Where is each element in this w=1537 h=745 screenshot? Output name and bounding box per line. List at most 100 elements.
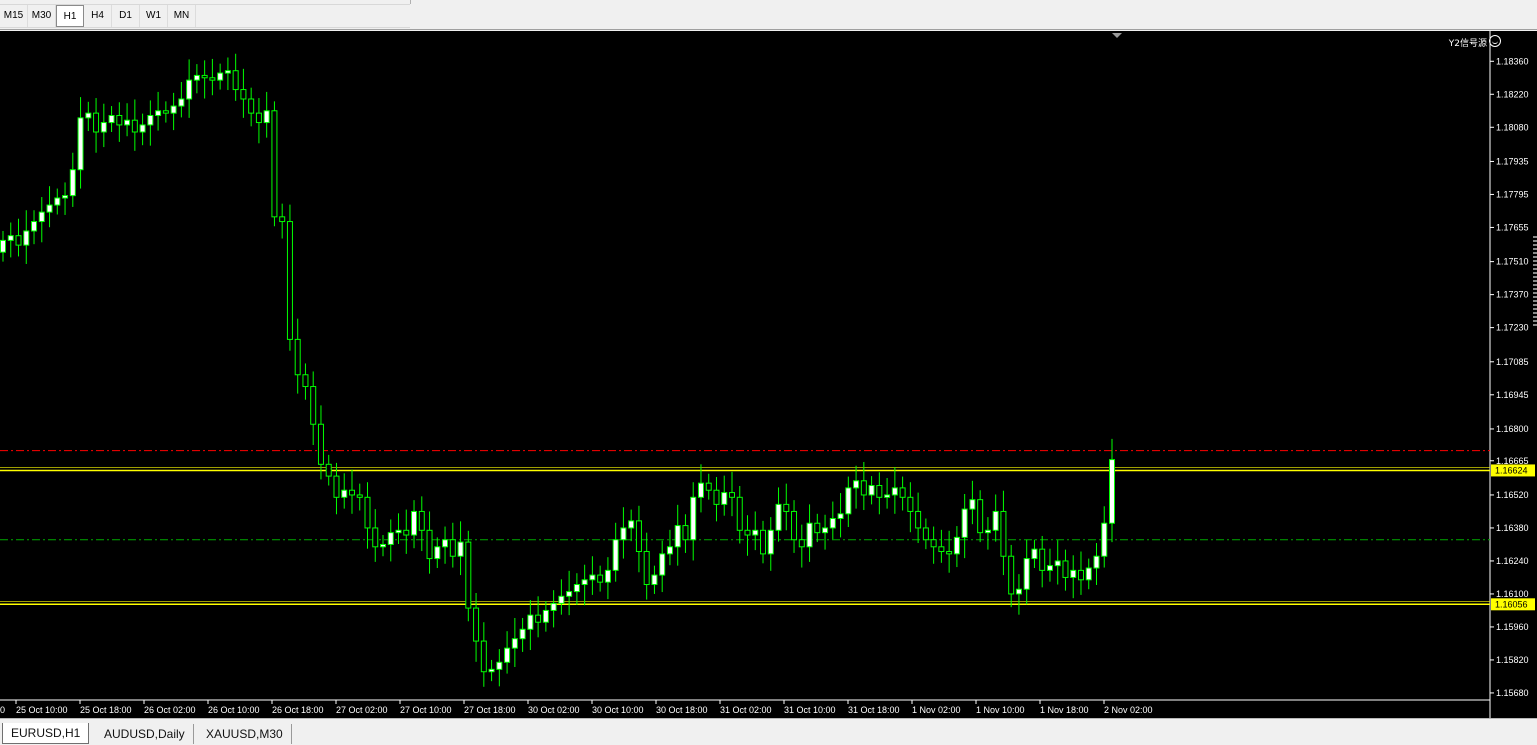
bull-candle [822,527,829,534]
time-tick-label: 26 Oct 18:00 [272,705,324,715]
bull-candle [224,70,231,74]
bear-candle [310,386,317,425]
bear-candle [930,539,937,548]
bull-candle [806,522,813,548]
timeframe-button-mn[interactable]: MN [168,5,196,27]
price-tick-label: 1.17085 [1496,357,1529,367]
bull-candle [23,230,30,246]
bear-candle [116,114,123,126]
bull-candle [527,614,534,630]
price-tick-label: 1.18080 [1496,122,1529,132]
bull-candle [775,503,782,531]
bear-candle [302,374,309,388]
bear-candle [791,510,798,541]
bull-candle [341,489,348,498]
bear-candle [201,74,208,79]
bear-candle [209,77,216,81]
time-tick-label: 26 Oct 02:00 [144,705,196,715]
bull-candle [139,124,146,133]
timeframe-button-d1[interactable]: D1 [112,5,140,27]
chart-tab[interactable]: AUDUSD,Daily [96,724,194,744]
bull-candle [1031,548,1038,560]
price-tick-label: 1.16800 [1496,424,1529,434]
time-tick-label: 1 Nov 10:00 [976,705,1025,715]
bear-candle [426,529,433,560]
bear-candle [635,520,642,553]
price-tick-label: 1.15680 [1496,688,1529,698]
timeframe-button-m15[interactable]: M15 [0,5,28,27]
time-tick-label: 30 Oct 18:00 [656,705,708,715]
bull-candle [953,536,960,555]
chart-canvas[interactable]: 1.18360 1.18220 1.18080 1.17935 1.17795 1.176… [0,31,1537,718]
bull-candle [829,518,836,529]
timeframe-toolbar: M15 M30 H1 H4 D1 W1 MN [0,0,1537,30]
bear-candle [418,510,425,531]
bull-candle [651,574,658,586]
chart-shift-marker-icon[interactable] [1112,33,1122,38]
bull-candle [566,591,573,597]
bull-candle [108,114,115,124]
bull-candle [674,525,681,548]
bear-candle [899,487,906,498]
bear-candle [876,485,883,498]
bear-candle [760,529,767,555]
bull-candle [504,647,511,663]
bear-candle [403,529,410,536]
bull-candle [1070,569,1077,578]
timeframe-button-w1[interactable]: W1 [140,5,168,27]
bull-candle [263,110,270,124]
timeframe-button-h4[interactable]: H4 [84,5,112,27]
bear-candle [271,110,278,218]
price-tick-label: 1.17935 [1496,156,1529,166]
bull-candle [969,499,976,510]
bull-candle [690,496,697,541]
price-tick-label: 1.16945 [1496,390,1529,400]
bear-candle [131,119,138,133]
time-tick-label-partial: 00 [0,705,5,715]
chart-tab[interactable]: EURUSD,H1 [2,723,90,744]
bull-candle [659,553,666,576]
time-tick-label: 1 Nov 18:00 [1040,705,1089,715]
bull-candle [434,546,441,560]
chart-scroll-grip[interactable] [1533,236,1537,326]
bull-candle [573,584,580,593]
bear-candle [1062,560,1069,578]
bull-candle [511,638,518,649]
bull-candle [54,197,61,206]
timeframe-button-h1[interactable]: H1 [56,5,84,27]
bull-candle [147,114,154,126]
bull-candle [845,487,852,515]
bull-candle [62,195,69,199]
bull-candle [992,510,999,531]
bear-candle [1077,569,1084,581]
bull-candle [124,119,131,126]
bull-candle [155,110,162,116]
bull-candle [984,529,991,534]
price-tick-label: 1.16520 [1496,490,1529,500]
bull-candle [558,595,565,604]
chart-tab[interactable]: XAUUSD,M30 [198,724,292,744]
time-tick-label: 31 Oct 18:00 [848,705,900,715]
bear-candle [860,480,867,496]
chart-tabs-bar: EURUSD,H1 AUDUSD,Daily XAUUSD,M30 [0,718,1537,745]
bear-candle [294,338,301,376]
bear-candle [907,496,914,512]
bear-candle [317,423,324,465]
bull-candle [186,79,193,100]
bull-candle [884,494,891,498]
bull-candle [38,211,45,223]
bear-candle [1008,555,1015,595]
time-tick-label: 25 Oct 18:00 [80,705,132,715]
price-chart[interactable]: 1.18360 1.18220 1.18080 1.17935 1.17795 1.176… [0,31,1537,718]
bull-candle [1109,459,1115,524]
timeframe-button-m30[interactable]: M30 [28,5,56,27]
bear-candle [333,475,340,498]
bull-candle [46,204,53,213]
bear-candle [713,489,720,505]
bear-candle [682,525,689,541]
bull-candle [85,112,92,119]
bull-candle [837,513,844,520]
price-tick-label: 1.17230 [1496,323,1529,333]
bull-candle [868,485,875,496]
bull-candle [457,541,464,557]
